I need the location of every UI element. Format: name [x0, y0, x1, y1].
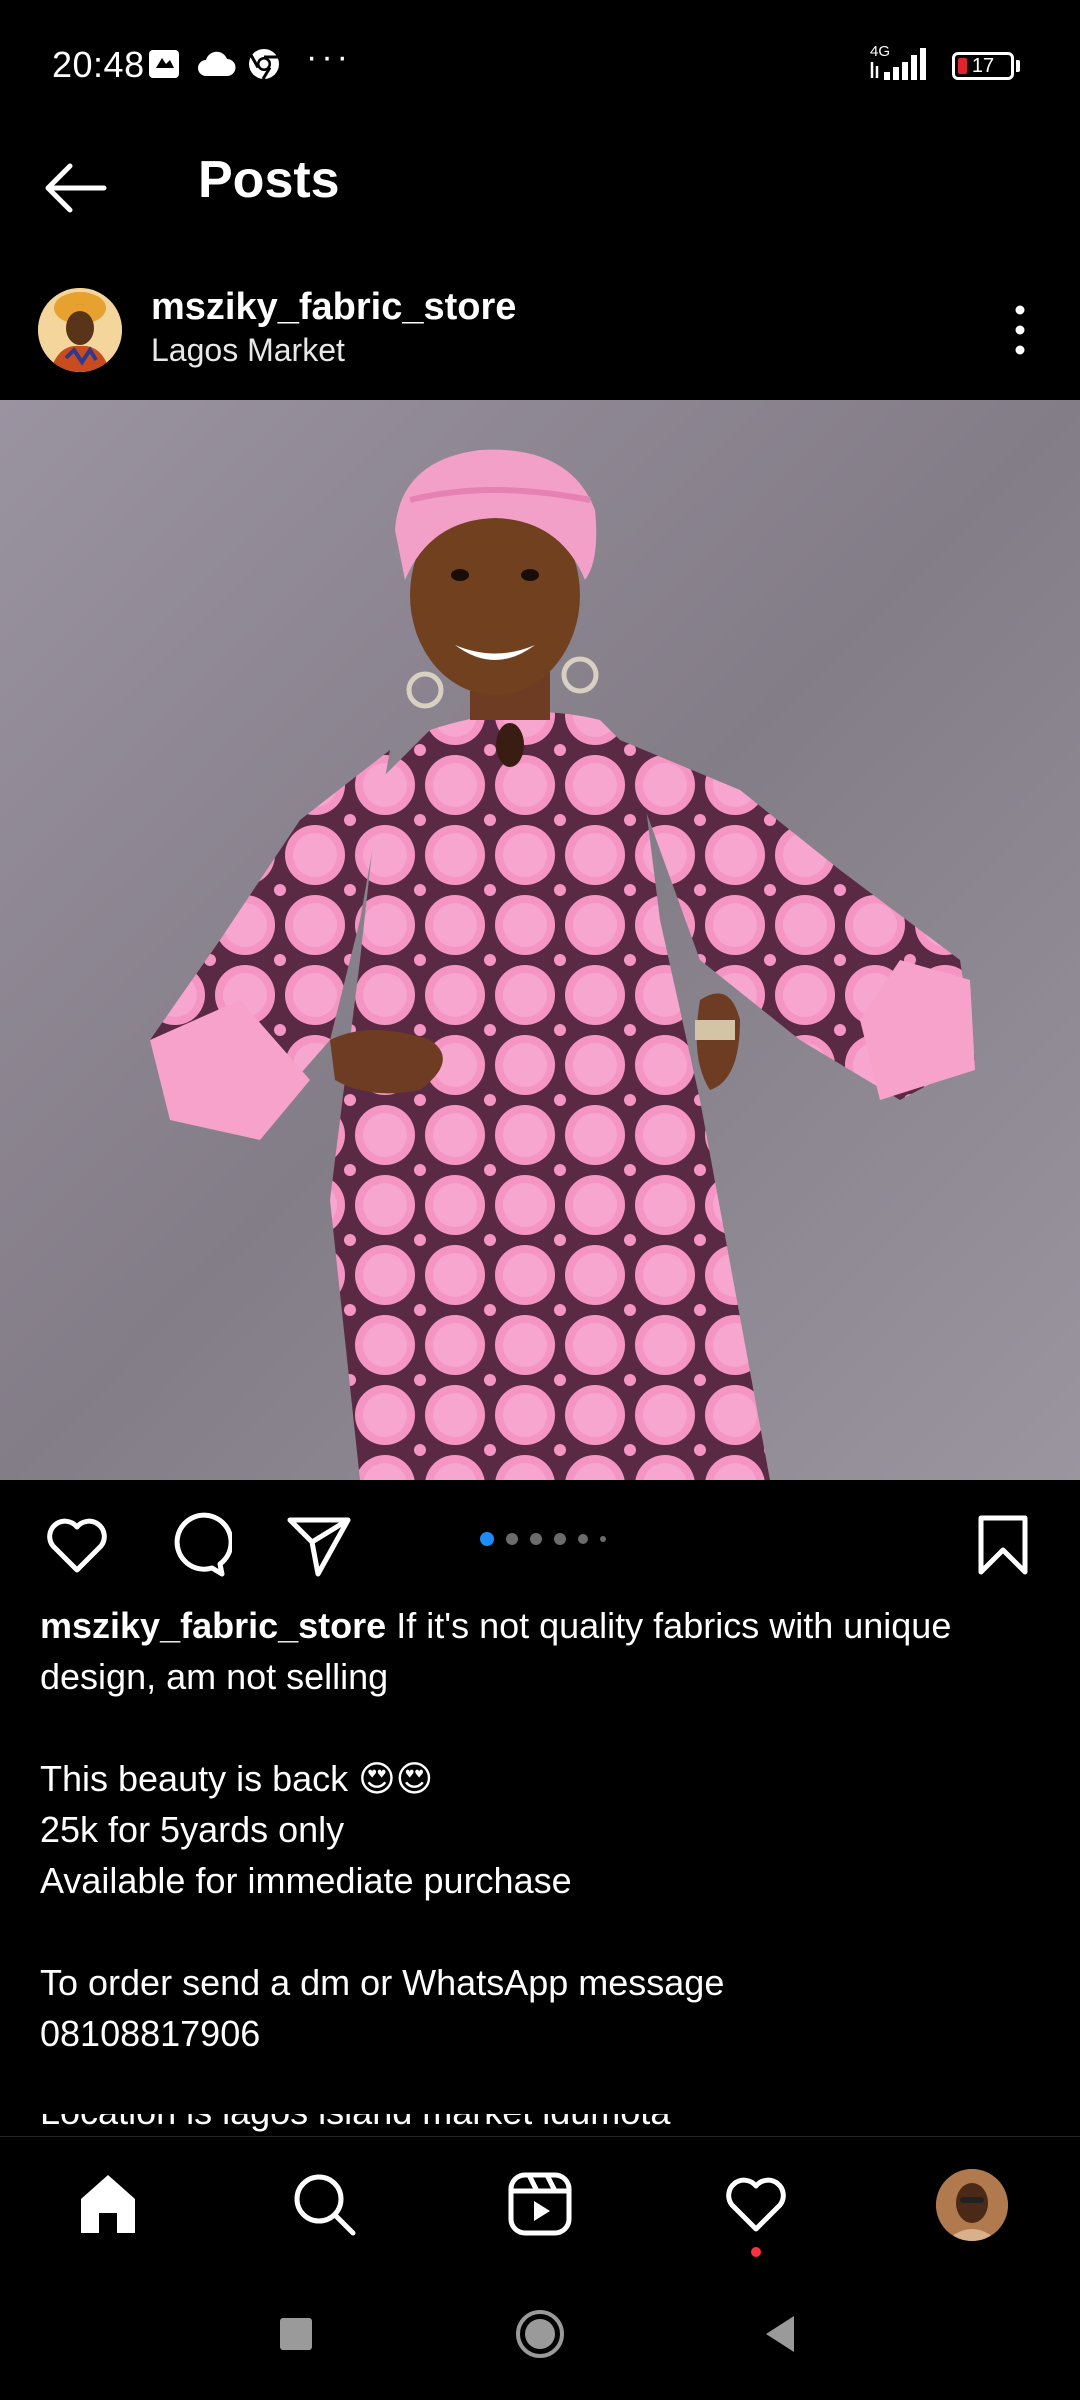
save-bookmark-icon[interactable]	[968, 1510, 1038, 1580]
notification-icon	[146, 46, 182, 87]
bottom-navigation	[0, 2136, 1080, 2271]
back-arrow-icon[interactable]	[34, 148, 114, 228]
battery-icon: 17	[952, 52, 1014, 80]
caption-line: This beauty is back 😍😍	[40, 1758, 434, 1799]
carousel-dot	[506, 1533, 518, 1545]
battery-level: 17	[971, 55, 995, 77]
status-bar: 20:48 ··· 4G 17	[0, 0, 1080, 130]
page-title: Posts	[198, 151, 340, 209]
status-time: 20:48	[52, 44, 145, 85]
notification-dot	[751, 2247, 761, 2257]
network-type: 4G	[870, 43, 890, 60]
caption-line: To order send a dm or WhatsApp message	[40, 1962, 725, 2003]
carousel-dot	[480, 1532, 494, 1546]
recents-square-icon[interactable]	[270, 2308, 322, 2360]
caption-line: 25k for 5yards only	[40, 1809, 345, 1850]
battery-cap	[1016, 60, 1020, 72]
cloud-icon	[196, 50, 236, 83]
reels-icon[interactable]	[505, 2169, 575, 2239]
caption-cut-line: Location is lagos island market idumota	[40, 2114, 1050, 2136]
caption-username[interactable]: msziky_fabric_store	[40, 1605, 386, 1646]
caption-line: Available for immediate purchase	[40, 1860, 572, 1901]
home-circle-icon[interactable]	[514, 2308, 566, 2360]
share-send-icon[interactable]	[284, 1510, 354, 1580]
activity-heart-icon[interactable]	[721, 2169, 791, 2239]
profile-avatar[interactable]	[936, 2169, 1008, 2241]
home-icon[interactable]	[73, 2169, 143, 2239]
post-actions	[0, 1480, 1080, 1600]
like-heart-icon[interactable]	[42, 1510, 112, 1580]
caption-cut-text: Location is lagos island market idumota	[40, 2114, 1050, 2136]
signal-icon: 4G	[868, 42, 940, 87]
post-caption: msziky_fabric_store If it's not quality …	[40, 1600, 1050, 2059]
top-bar: Posts	[0, 130, 1080, 230]
carousel-dot	[554, 1533, 566, 1545]
carousel-dot	[530, 1533, 542, 1545]
system-navigation	[0, 2270, 1080, 2400]
back-triangle-icon[interactable]	[756, 2308, 808, 2360]
post-photo[interactable]	[0, 400, 1080, 1480]
post-header: msziky_fabric_store Lagos Market	[0, 270, 1080, 400]
more-notifications-icon: ···	[306, 38, 352, 76]
comment-icon[interactable]	[162, 1510, 234, 1580]
carousel-dot	[578, 1534, 588, 1544]
search-icon[interactable]	[289, 2169, 359, 2239]
chrome-icon	[246, 46, 282, 87]
more-options-icon[interactable]	[1000, 300, 1040, 360]
author-username[interactable]: msziky_fabric_store	[151, 286, 516, 329]
author-avatar[interactable]	[38, 288, 122, 372]
post-location[interactable]: Lagos Market	[151, 332, 345, 369]
carousel-dot	[600, 1536, 606, 1542]
caption-phone: 08108817906	[40, 2013, 261, 2054]
